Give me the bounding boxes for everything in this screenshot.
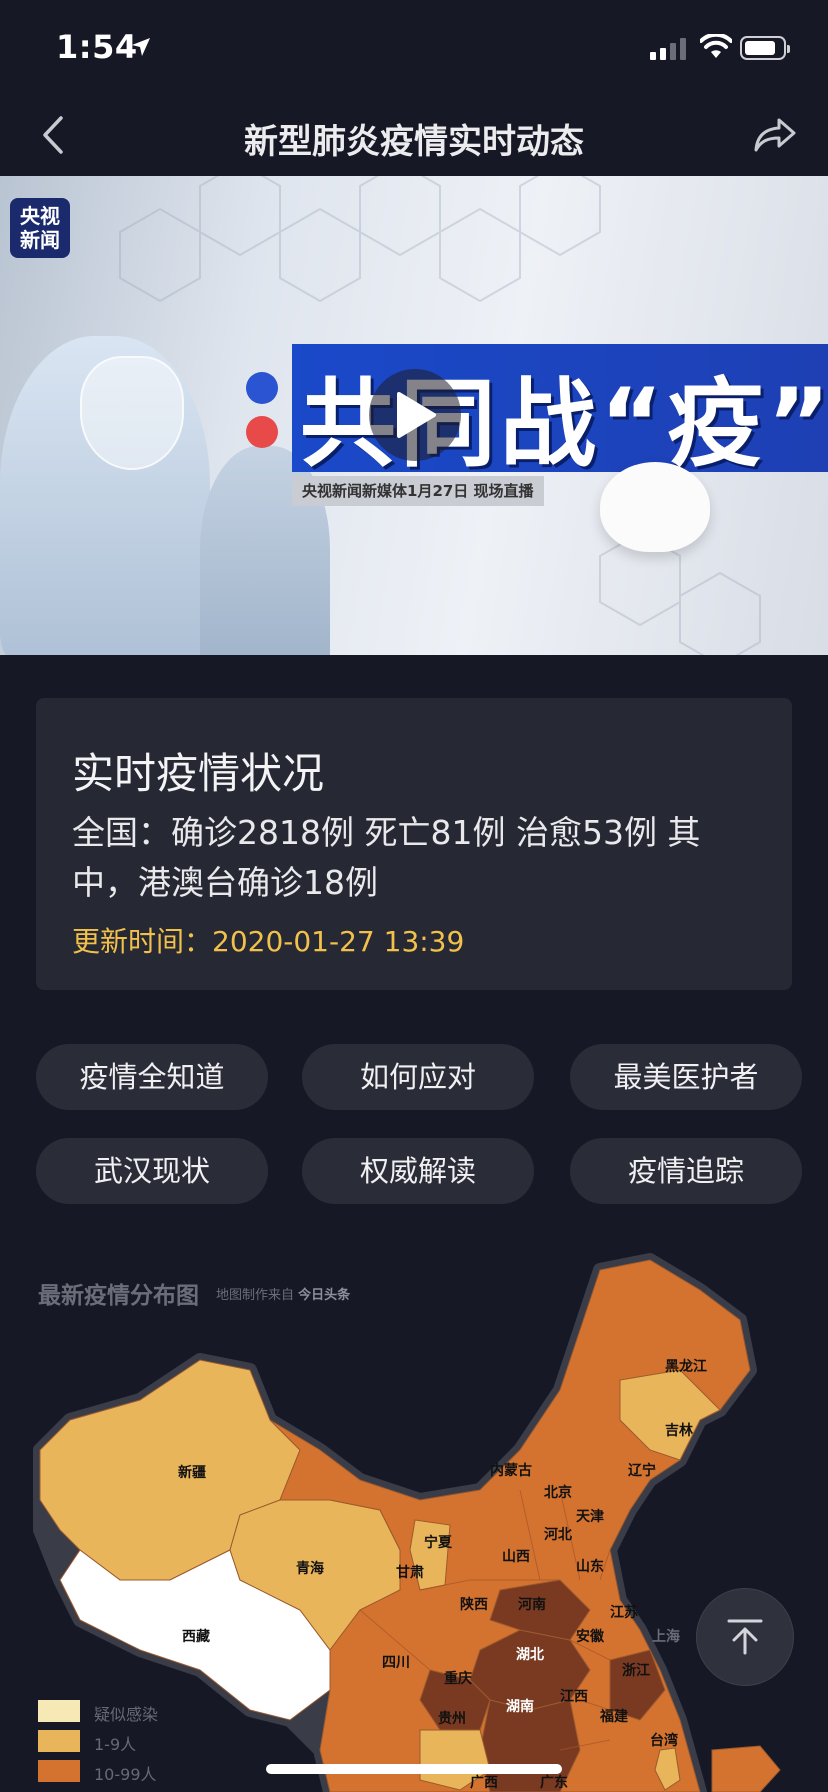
logo-line1: 央视 <box>20 204 60 228</box>
province-label: 西藏 <box>182 1629 210 1645</box>
red-dot <box>246 416 278 448</box>
video-banner[interactable]: 央视 新闻 共同战“疫” 央视新闻新媒体1月27日 现场直播 <box>0 176 828 655</box>
status-time: 1:54 <box>56 28 138 66</box>
tag-button[interactable]: 权威解读 <box>302 1138 534 1204</box>
province-label: 甘肃 <box>396 1565 424 1581</box>
legend-label: 1-9人 <box>94 1735 137 1754</box>
legend-swatch-level1 <box>38 1730 80 1752</box>
share-button[interactable] <box>748 110 802 160</box>
tag-button[interactable]: 疫情全知道 <box>36 1044 268 1110</box>
province-label: 安徽 <box>576 1629 604 1645</box>
page-title: 新型肺炎疫情实时动态 <box>244 122 584 162</box>
status-bar: 1:54 <box>0 0 828 96</box>
province-label: 山东 <box>576 1559 604 1575</box>
province-label: 湖北 <box>516 1647 544 1663</box>
province-label: 福建 <box>600 1709 628 1725</box>
wifi-icon <box>700 34 732 58</box>
arrow-up-icon <box>727 1619 763 1655</box>
province-label: 山西 <box>502 1549 530 1565</box>
epidemic-map[interactable]: 最新疫情分布图 地图制作来自 今日头条 黑龙江 吉林 辽宁 内蒙古 北京 天津 … <box>0 1250 828 1792</box>
cellular-signal-icon <box>650 36 686 60</box>
province-label: 重庆 <box>444 1671 472 1687</box>
province-label: 贵州 <box>438 1711 466 1727</box>
cctv-news-logo: 央视 新闻 <box>10 198 70 258</box>
legend-swatch-level2 <box>38 1760 80 1782</box>
province-label: 河南 <box>518 1597 546 1613</box>
nav-bar: 新型肺炎疫情实时动态 <box>0 96 828 176</box>
update-time: 更新时间：2020-01-27 13:39 <box>72 925 465 958</box>
share-icon <box>754 118 796 152</box>
video-subtitle: 央视新闻新媒体1月27日 现场直播 <box>292 476 544 506</box>
tag-button[interactable]: 如何应对 <box>302 1044 534 1110</box>
province-label: 上海 <box>652 1629 680 1645</box>
province-label: 湖南 <box>506 1699 534 1715</box>
province-label: 四川 <box>382 1655 410 1671</box>
legend-label: 10-99人 <box>94 1765 157 1784</box>
national-stats: 全国：确诊2818例 死亡81例 治愈53例 其中，港澳台确诊18例 <box>72 813 701 902</box>
blue-dot <box>246 372 278 404</box>
province-label: 陕西 <box>460 1597 488 1613</box>
province-label: 吉林 <box>665 1423 693 1439</box>
province-label: 浙江 <box>622 1663 650 1679</box>
province-label: 内蒙古 <box>490 1463 532 1479</box>
face-mask-image <box>600 462 710 552</box>
face-shield <box>80 356 184 470</box>
province-label: 青海 <box>296 1561 324 1577</box>
province-label: 辽宁 <box>628 1463 656 1479</box>
province-label: 新疆 <box>178 1465 206 1481</box>
location-arrow-icon <box>132 38 150 56</box>
play-icon <box>397 392 436 438</box>
island-region <box>711 1745 781 1792</box>
play-button[interactable] <box>369 369 461 461</box>
province-label: 宁夏 <box>424 1535 452 1551</box>
province-label: 江西 <box>560 1689 588 1705</box>
province-label: 广西 <box>470 1775 498 1791</box>
legend-swatch-suspect <box>38 1700 80 1722</box>
province-label: 广东 <box>540 1775 568 1791</box>
scroll-to-top-button[interactable] <box>696 1588 794 1686</box>
province-label: 天津 <box>576 1509 604 1525</box>
logo-line2: 新闻 <box>20 228 60 252</box>
province-label: 北京 <box>544 1485 572 1501</box>
battery-icon <box>740 36 790 60</box>
home-indicator[interactable] <box>266 1764 562 1774</box>
tag-button[interactable]: 最美医护者 <box>570 1044 802 1110</box>
tag-button[interactable]: 疫情追踪 <box>570 1138 802 1204</box>
province-label: 河北 <box>544 1527 572 1543</box>
legend-label: 疑似感染 <box>94 1705 159 1724</box>
realtime-status-card: 实时疫情状况 全国：确诊2818例 死亡81例 治愈53例 其中，港澳台确诊18… <box>36 698 792 990</box>
province-label: 江苏 <box>610 1605 638 1621</box>
card-title: 实时疫情状况 <box>72 749 325 798</box>
province-label: 台湾 <box>650 1733 678 1749</box>
province-label: 黑龙江 <box>665 1359 707 1375</box>
tag-button[interactable]: 武汉现状 <box>36 1138 268 1204</box>
